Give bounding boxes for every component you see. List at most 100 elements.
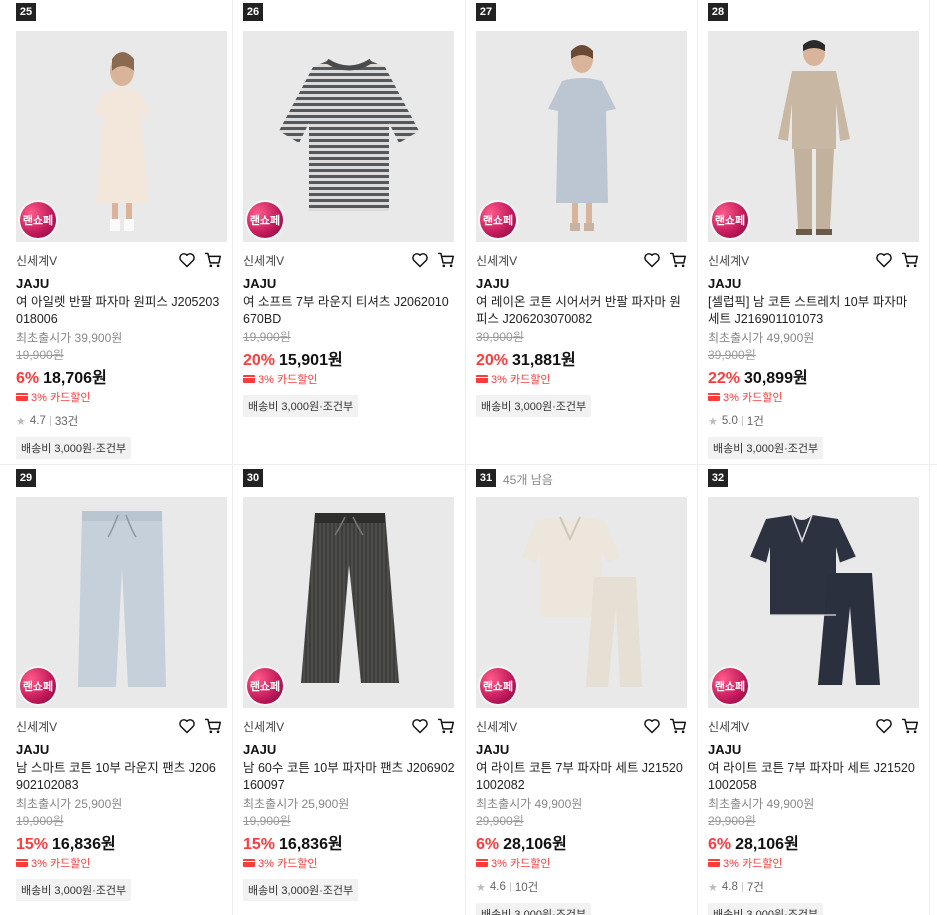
product-info: 신세계V JAJU [셀럽픽] 남 코튼 스트레치 10부 파자마 세트 J21…	[708, 250, 919, 459]
product-title[interactable]: 남 스마트 코튼 10부 라운지 팬츠 J206902102083	[16, 760, 222, 794]
strikethrough-price: 39,900원	[708, 348, 756, 362]
card-discount-label: 3% 카드할인	[723, 392, 783, 404]
heart-icon[interactable]	[411, 718, 429, 734]
brand-name[interactable]: JAJU	[16, 276, 222, 291]
brand-name[interactable]: JAJU	[708, 742, 919, 757]
rating-row[interactable]: ★ 5.0 1건	[708, 413, 919, 429]
cart-icon[interactable]	[669, 718, 687, 734]
original-release-price: 최초출시가 49,900원	[708, 797, 815, 811]
cart-icon[interactable]	[437, 252, 455, 268]
product-image[interactable]: 랜쇼페	[476, 31, 687, 242]
rank-badge: 31	[476, 469, 496, 487]
seller-name[interactable]: 신세계V	[476, 252, 517, 269]
stock-remaining: 45개 남음	[503, 473, 553, 487]
brand-name[interactable]: JAJU	[476, 276, 687, 291]
discount-rate: 20%	[243, 352, 276, 369]
seller-name[interactable]: 신세계V	[16, 252, 57, 269]
seller-name[interactable]: 신세계V	[243, 252, 284, 269]
rating-score: 4.8	[721, 881, 738, 893]
rating-divider	[741, 882, 743, 892]
shipping-fee-badge: 배송비 3,000원·조건부	[708, 903, 824, 915]
product-title[interactable]: 여 라이트 코튼 7부 파자마 세트 J215201002082	[476, 760, 687, 794]
cart-icon[interactable]	[901, 718, 919, 734]
live-shopping-badge: 랜쇼페	[480, 668, 516, 704]
review-count: 1건	[746, 416, 764, 428]
sale-price: 16,836원	[52, 836, 116, 853]
strikethrough-price: 29,900원	[476, 814, 524, 828]
live-shopping-badge: 랜쇼페	[247, 202, 283, 238]
shipping-fee-badge: 배송비 3,000원·조건부	[16, 879, 132, 901]
live-shopping-badge: 랜쇼페	[20, 668, 56, 704]
product-card[interactable]: 29 랜쇼페 신세계V JAJU 남 스마트 코튼 10부 라운지 팬츠 J20…	[0, 466, 233, 915]
product-image[interactable]: 랜쇼페	[708, 31, 919, 242]
rating-score: 5.0	[721, 415, 738, 427]
product-title[interactable]: 여 라이트 코튼 7부 파자마 세트 J215201002058	[708, 760, 919, 794]
cart-icon[interactable]	[669, 252, 687, 268]
product-image[interactable]: 랜쇼페	[16, 497, 227, 708]
heart-icon[interactable]	[643, 252, 661, 268]
product-title[interactable]: 여 소프트 7부 라운지 티셔츠 J2062010670BD	[243, 294, 455, 328]
seller-name[interactable]: 신세계V	[243, 718, 284, 735]
card-icon	[476, 375, 488, 383]
discount-rate: 15%	[243, 836, 276, 853]
cart-icon[interactable]	[204, 718, 222, 734]
card-discount: 3% 카드할인	[16, 855, 222, 871]
brand-name[interactable]: JAJU	[708, 276, 919, 291]
rating-divider	[509, 882, 511, 892]
card-discount: 3% 카드할인	[243, 371, 455, 387]
heart-icon[interactable]	[178, 718, 196, 734]
product-card[interactable]: 28 랜쇼페 신세계V JAJU [셀럽픽] 남 코튼 스트레치 10부 파자마…	[698, 0, 930, 466]
product-title[interactable]: [셀럽픽] 남 코튼 스트레치 10부 파자마 세트 J216901101073	[708, 294, 919, 328]
product-card[interactable]: 32 랜쇼페 신세계V JAJU 여 라이트 코튼 7부 파자마 세트 J215…	[698, 466, 930, 915]
product-card[interactable]: 25 랜쇼페 신세계V JAJU 여 아일렛 반팔 파자마 원피스 J20520…	[0, 0, 233, 466]
product-card[interactable]: 27 랜쇼페 신세계V JAJU 여 레이온 코튼 시어서커 반팔 파자마 원피…	[466, 0, 698, 466]
cart-icon[interactable]	[901, 252, 919, 268]
heart-icon[interactable]	[411, 252, 429, 268]
product-card[interactable]: 30 랜쇼페 신세계V JAJU 남 60수 코튼 10부 파자마 팬츠 J20…	[233, 466, 466, 915]
seller-name[interactable]: 신세계V	[16, 718, 57, 735]
product-image[interactable]: 랜쇼페	[16, 31, 227, 242]
rating-row[interactable]: ★ 4.8 7건	[708, 879, 919, 895]
brand-name[interactable]: JAJU	[243, 742, 455, 757]
product-image[interactable]: 랜쇼페	[476, 497, 687, 708]
brand-name[interactable]: JAJU	[16, 742, 222, 757]
cart-icon[interactable]	[204, 252, 222, 268]
seller-name[interactable]: 신세계V	[708, 718, 749, 735]
live-shopping-badge: 랜쇼페	[247, 668, 283, 704]
product-info: 신세계V JAJU 여 라이트 코튼 7부 파자마 세트 J2152010020…	[708, 716, 919, 915]
cart-icon[interactable]	[437, 718, 455, 734]
product-card[interactable]: 26 랜쇼페 신세계V JAJU 여 소프트 7부 라운지 티셔츠 J20620…	[233, 0, 466, 466]
card-discount-label: 3% 카드할인	[723, 858, 783, 870]
product-title[interactable]: 여 아일렛 반팔 파자마 원피스 J205203018006	[16, 294, 222, 328]
card-discount-label: 3% 카드할인	[31, 858, 91, 870]
product-title[interactable]: 여 레이온 코튼 시어서커 반팔 파자마 원피스 J206203070082	[476, 294, 687, 328]
product-card[interactable]: 31 45개 남음 랜쇼페 신세계V JAJU 여 라이트 코튼 7부 파자마 …	[466, 466, 698, 915]
product-image[interactable]: 랜쇼페	[708, 497, 919, 708]
discount-rate: 15%	[16, 836, 49, 853]
seller-name[interactable]: 신세계V	[476, 718, 517, 735]
product-title[interactable]: 남 60수 코튼 10부 파자마 팬츠 J206902160097	[243, 760, 455, 794]
discount-rate: 6%	[708, 836, 732, 853]
product-image[interactable]: 랜쇼페	[243, 497, 454, 708]
rating-row[interactable]: ★ 4.6 10건	[476, 879, 687, 895]
strikethrough-price: 29,900원	[708, 814, 756, 828]
star-icon: ★	[708, 881, 718, 894]
card-icon	[243, 375, 255, 383]
heart-icon[interactable]	[875, 718, 893, 734]
sale-price: 28,106원	[735, 836, 799, 853]
rank-badge: 32	[708, 469, 728, 487]
rank-badge: 29	[16, 469, 36, 487]
product-info: 신세계V JAJU 여 소프트 7부 라운지 티셔츠 J2062010670BD…	[243, 250, 455, 417]
brand-name[interactable]: JAJU	[243, 276, 455, 291]
heart-icon[interactable]	[643, 718, 661, 734]
original-release-price: 최초출시가 49,900원	[708, 331, 815, 345]
seller-name[interactable]: 신세계V	[708, 252, 749, 269]
heart-icon[interactable]	[178, 252, 196, 268]
strikethrough-price: 19,900원	[16, 814, 64, 828]
rating-row[interactable]: ★ 4.7 33건	[16, 413, 222, 429]
product-image[interactable]: 랜쇼페	[243, 31, 454, 242]
brand-name[interactable]: JAJU	[476, 742, 687, 757]
card-discount: 3% 카드할인	[476, 371, 687, 387]
heart-icon[interactable]	[875, 252, 893, 268]
strikethrough-price: 19,900원	[243, 814, 291, 828]
